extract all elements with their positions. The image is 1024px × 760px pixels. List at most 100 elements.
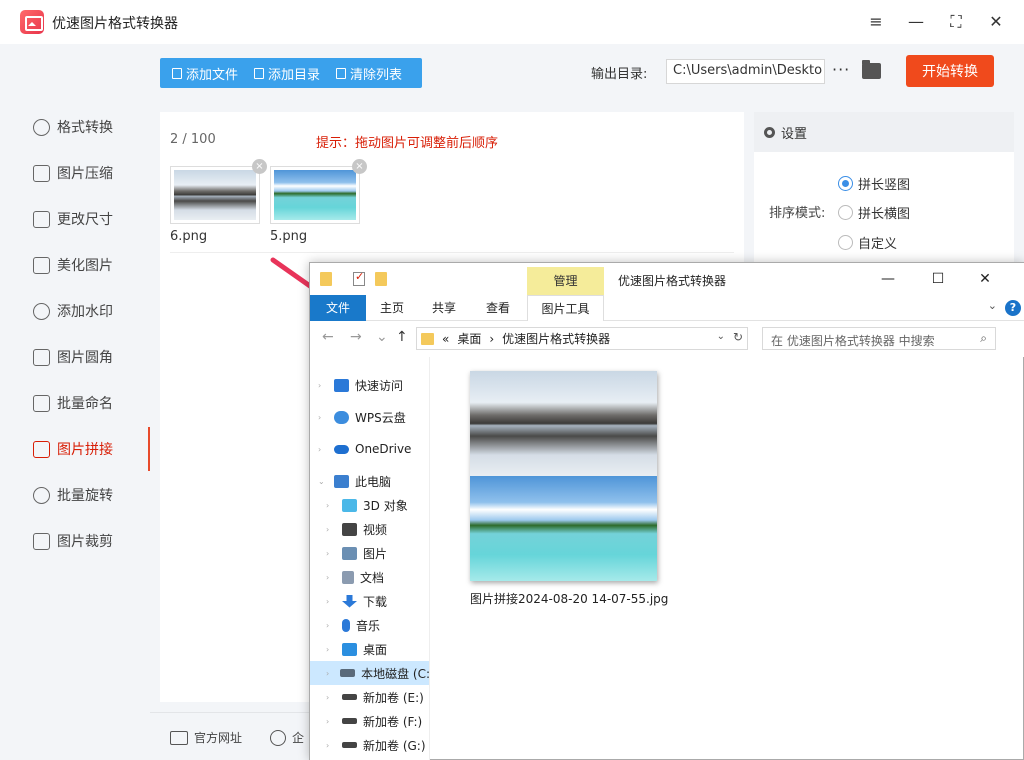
output-dir-input[interactable]: C:\Users\admin\Deskto (666, 59, 825, 84)
address-segment[interactable]: 桌面 (457, 330, 481, 347)
manage-tab[interactable]: 管理 (527, 267, 604, 295)
tree-item-local-disk-c[interactable]: › 本地磁盘 (C: (310, 661, 429, 685)
explorer-maximize-button[interactable]: ☐ (923, 269, 953, 289)
tree-item-volume-e[interactable]: › 新加卷 (E:) (310, 685, 429, 709)
file-thumbnail[interactable]: × (170, 159, 267, 224)
sidebar-item-compress[interactable]: 图片压缩 (0, 151, 150, 195)
drag-hint: 提示：拖动图片可调整前后顺序 (316, 136, 499, 151)
tab-picture-tools[interactable]: 图片工具 (527, 295, 604, 321)
add-file-button[interactable]: 添加文件 (172, 64, 238, 83)
up-arrow-icon[interactable]: ↑ (396, 329, 408, 345)
sidebar-item-watermark[interactable]: 添加水印 (0, 289, 150, 333)
expand-arrow-icon[interactable]: › (326, 741, 336, 750)
sidebar-item-label: 图片拼接 (57, 442, 113, 458)
more-options-button[interactable]: ··· (832, 60, 850, 79)
result-file-thumbnail[interactable] (470, 371, 657, 581)
add-directory-button[interactable]: 添加目录 (254, 64, 320, 83)
expand-arrow-icon[interactable]: › (326, 597, 336, 606)
forward-arrow-icon[interactable]: → (350, 329, 362, 345)
result-file-name[interactable]: 图片拼接2024-08-20 14-07-55.jpg (470, 590, 668, 607)
explorer-minimize-button[interactable]: — (873, 269, 903, 289)
open-folder-icon[interactable] (862, 60, 881, 79)
sidebar-item-stitch[interactable]: 图片拼接 (0, 427, 150, 471)
tree-item-desktop[interactable]: › 桌面 (310, 637, 429, 661)
menu-icon[interactable]: ≡ (864, 10, 888, 34)
tree-item-onedrive[interactable]: › OneDrive (310, 437, 429, 461)
tree-item-3d-objects[interactable]: › 3D 对象 (310, 493, 429, 517)
sidebar-item-label: 格式转换 (57, 120, 113, 136)
expand-arrow-icon[interactable]: › (326, 501, 336, 510)
settings-panel: 设置 排序模式: 拼长竖图 拼长横图 自定义 (754, 112, 1014, 272)
official-website-link[interactable]: 官方网址 (170, 729, 242, 746)
sidebar-item-resize[interactable]: 更改尺寸 (0, 197, 150, 241)
close-button[interactable]: ✕ (984, 10, 1008, 34)
sidebar-item-round-corner[interactable]: 图片圆角 (0, 335, 150, 379)
sidebar-item-rename[interactable]: 批量命名 (0, 381, 150, 425)
tree-item-music[interactable]: › 音乐 (310, 613, 429, 637)
sidebar-item-rotate[interactable]: 批量旋转 (0, 473, 150, 517)
refresh-icon[interactable]: ↻ (733, 330, 743, 344)
sidebar-item-format-convert[interactable]: 格式转换 (0, 105, 150, 149)
collapse-arrow-icon[interactable]: ⌄ (318, 477, 328, 486)
ribbon-expand-icon[interactable]: ⌄ (988, 299, 997, 312)
sidebar-item-beautify[interactable]: 美化图片 (0, 243, 150, 287)
explorer-close-button[interactable]: ✕ (970, 269, 1000, 289)
address-bar-row: ← → ⌄ ↑ « 桌面 › 优速图片格式转换器 ⌄ ↻ 在 优速图片格式转换器… (310, 321, 1024, 357)
expand-arrow-icon[interactable]: › (318, 445, 328, 454)
add-file-label: 添加文件 (186, 67, 239, 83)
expand-arrow-icon[interactable]: › (318, 413, 328, 422)
address-dropdown-icon[interactable]: ⌄ (717, 331, 725, 342)
radio-custom[interactable]: 自定义 (838, 233, 897, 252)
expand-arrow-icon[interactable]: › (326, 573, 336, 582)
new-folder-icon[interactable] (375, 272, 387, 286)
search-input[interactable]: 在 优速图片格式转换器 中搜索 ⌕ (762, 327, 996, 350)
tree-item-documents[interactable]: › 文档 (310, 565, 429, 589)
expand-arrow-icon[interactable]: › (326, 645, 336, 654)
tree-item-volume-g[interactable]: › 新加卷 (G:) (310, 733, 429, 757)
enterprise-link[interactable]: 企 (270, 729, 304, 746)
tree-item-videos[interactable]: › 视频 (310, 517, 429, 541)
address-separator[interactable]: › (489, 332, 494, 346)
clear-list-button[interactable]: 清除列表 (336, 64, 402, 83)
tree-item-quick-access[interactable]: › 快速访问 (310, 373, 429, 397)
tree-item-this-pc[interactable]: ⌄ 此电脑 (310, 469, 429, 493)
maximize-button[interactable]: ⛶ (944, 10, 968, 34)
expand-arrow-icon[interactable]: › (318, 381, 328, 390)
rotate-icon (33, 486, 50, 504)
radio-vertical[interactable]: 拼长竖图 (838, 174, 910, 193)
minimize-button[interactable]: — (904, 10, 928, 34)
sidebar-item-crop[interactable]: 图片裁剪 (0, 519, 150, 563)
radio-label: 拼长竖图 (858, 178, 911, 193)
help-icon[interactable]: ? (1005, 300, 1021, 316)
expand-arrow-icon[interactable]: › (326, 669, 334, 678)
watermark-icon (33, 302, 50, 320)
address-segment[interactable]: 优速图片格式转换器 (502, 330, 610, 347)
address-bar[interactable]: « 桌面 › 优速图片格式转换器 ⌄ ↻ (416, 327, 748, 350)
tree-item-volume-f[interactable]: › 新加卷 (F:) (310, 709, 429, 733)
expand-arrow-icon[interactable]: › (326, 549, 336, 558)
tab-file[interactable]: 文件 (310, 295, 366, 321)
tab-view[interactable]: 查看 (480, 295, 516, 321)
start-convert-button[interactable]: 开始转换 (906, 55, 994, 87)
app-title: 优速图片格式转换器 (52, 16, 178, 32)
back-arrow-icon[interactable]: ← (322, 329, 334, 345)
expand-arrow-icon[interactable]: › (326, 621, 336, 630)
recent-chevron-icon[interactable]: ⌄ (376, 329, 388, 345)
expand-arrow-icon[interactable]: › (326, 525, 336, 534)
tab-home[interactable]: 主页 (374, 295, 410, 321)
remove-file-icon[interactable]: × (352, 159, 367, 174)
file-button-group: 添加文件 添加目录 清除列表 (160, 58, 422, 88)
radio-horizontal[interactable]: 拼长横图 (838, 203, 910, 222)
explorer-caption: 优速图片格式转换器 (618, 274, 727, 288)
tree-item-wps-cloud[interactable]: › WPS云盘 (310, 405, 429, 429)
expand-arrow-icon[interactable]: › (326, 693, 336, 702)
expand-arrow-icon[interactable]: › (326, 717, 336, 726)
trash-icon (336, 67, 347, 79)
tree-item-downloads[interactable]: › 下载 (310, 589, 429, 613)
remove-file-icon[interactable]: × (252, 159, 267, 174)
tree-item-pictures[interactable]: › 图片 (310, 541, 429, 565)
chat-icon (270, 729, 286, 746)
file-thumbnail[interactable]: × (270, 159, 367, 224)
tab-share[interactable]: 共享 (426, 295, 462, 321)
properties-icon[interactable] (353, 270, 365, 286)
